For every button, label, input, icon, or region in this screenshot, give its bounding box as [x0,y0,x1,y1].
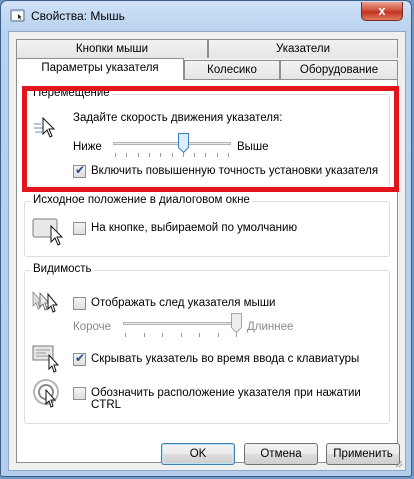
close-button[interactable]: x [361,2,403,21]
slider-tick [144,333,145,337]
snap-to-checkbox[interactable]: ✔ [73,222,86,235]
trails-label: Отображать след указателя мыши [91,297,276,309]
tab-wheel[interactable]: Колесико [184,60,280,79]
hide-pointer-icon [32,345,60,373]
tab-label: Оборудование [299,64,379,76]
cancel-button-label: Отмена [260,448,302,460]
trails-slider-thumb[interactable] [231,313,242,333]
tab-label: Параметры указателя [41,62,159,74]
window-title: Свойства: Мышь [31,9,125,23]
apply-button-label: Применить [333,448,393,460]
trails-checkbox[interactable]: ✔ [73,297,86,310]
trails-short-label: Короче [73,321,112,333]
hide-pointer-checkbox[interactable]: ✔ [73,351,86,366]
slider-tick [162,333,163,337]
slider-tick [199,333,200,337]
snap-to-group-label: Исходное положение в диалоговом окне [31,194,252,206]
motion-highlight-box [22,86,399,192]
slider-tick [181,333,182,337]
snap-to-label: На кнопке, выбираемой по умолчанию [91,222,298,234]
mouse-app-icon [10,9,25,22]
trails-slider[interactable] [119,311,243,341]
trails-slider-track [123,322,239,325]
ctrl-location-label-line1: Обозначить расположение указателя при на… [91,387,361,399]
snap-to-group: Исходное положение в диалоговом окне ✔ Н… [24,194,390,257]
close-icon: x [378,3,386,18]
snap-to-default-icon [32,218,64,246]
tab-label: Колесико [207,64,257,76]
hide-pointer-label: Скрывать указатель во время ввода с клав… [91,353,360,365]
tab-label: Кнопки мыши [75,43,149,55]
ok-button-label: OK [189,448,207,460]
properties-window: Свойства: Мышь x Кнопки мыши Указатели П… [0,0,412,477]
check-icon: ✔ [75,351,86,365]
tab-hardware[interactable]: Оборудование [280,60,398,79]
visibility-group: Видимость ✔ Отображать след указателя мы… [24,263,390,424]
ctrl-location-checkbox[interactable]: ✔ [73,387,86,400]
tab-mouse-buttons[interactable]: Кнопки мыши [16,39,208,58]
slider-tick [236,333,237,337]
cancel-button[interactable]: Отмена [244,443,318,465]
resize-grip-icon[interactable] [393,458,403,468]
slider-tick [218,333,219,337]
ok-button[interactable]: OK [161,443,235,465]
ctrl-location-label: Обозначить расположение указателя при на… [91,387,361,411]
tab-pointer-options[interactable]: Параметры указателя [16,58,184,80]
apply-button[interactable]: Применить [326,443,400,465]
tab-label: Указатели [275,43,331,55]
ctrl-location-label-line2: CTRL [91,399,122,411]
visibility-group-label: Видимость [31,263,94,275]
trails-long-label: Длиннее [247,321,294,333]
pointer-trails-icon [32,290,59,313]
show-location-icon [33,379,59,408]
title-bar[interactable]: Свойства: Мышь x [1,1,411,31]
slider-tick [125,333,126,337]
tab-pointers[interactable]: Указатели [208,39,398,58]
